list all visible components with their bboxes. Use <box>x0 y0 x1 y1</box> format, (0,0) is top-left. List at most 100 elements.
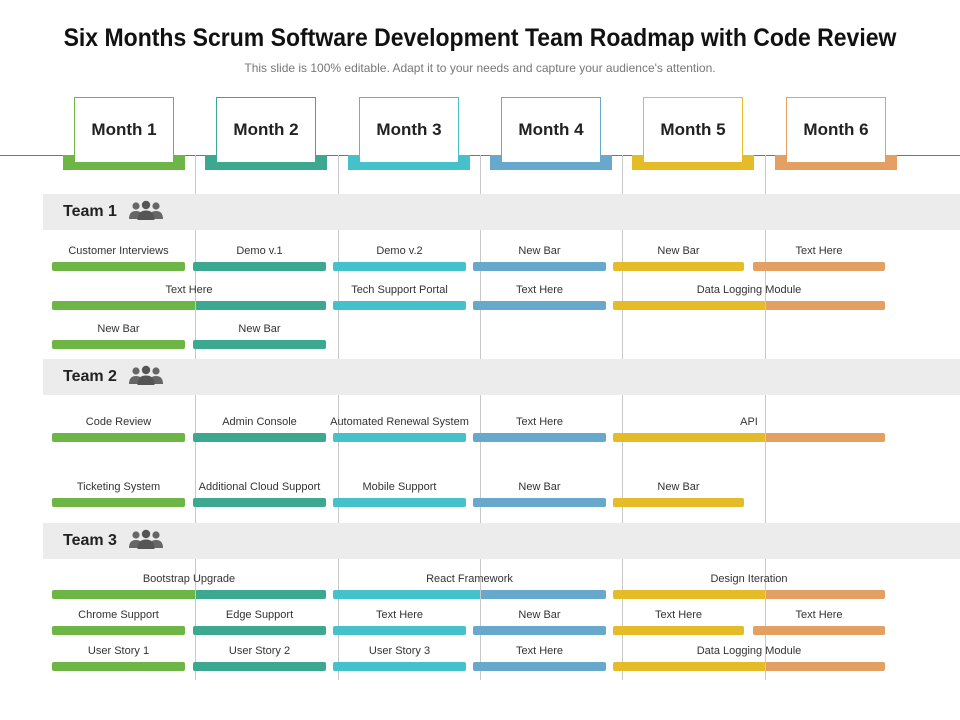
people-group-icon <box>128 365 164 392</box>
roadmap-bar <box>193 340 326 349</box>
roadmap-bar <box>333 262 466 271</box>
roadmap-bar <box>196 590 326 599</box>
roadmap-bar-label: Data Logging Module <box>696 284 802 296</box>
roadmap-bar-label: React Framework <box>426 573 513 585</box>
month-header-2: Month 2 <box>216 97 316 163</box>
roadmap-bar <box>613 626 744 635</box>
roadmap-bar <box>613 590 765 599</box>
roadmap-bar <box>613 262 744 271</box>
roadmap-bar-label: New Bar <box>518 481 561 493</box>
month-header-1: Month 1 <box>74 97 174 163</box>
roadmap-bar <box>613 301 765 310</box>
month-header-5: Month 5 <box>643 97 743 163</box>
roadmap-bar-label: Chrome Support <box>78 609 159 621</box>
roadmap-bar-label: Demo v.2 <box>376 245 423 257</box>
roadmap-bar-label: Data Logging Module <box>696 645 802 657</box>
roadmap-bar-label: User Story 2 <box>228 645 291 657</box>
roadmap-bar-label: Edge Support <box>225 609 294 621</box>
column-divider <box>480 155 481 680</box>
team-band-1: Team 1 <box>43 194 960 230</box>
roadmap-bar <box>52 662 185 671</box>
roadmap-bar-label: Text Here <box>515 416 564 428</box>
roadmap-bar <box>193 662 326 671</box>
people-group-icon <box>128 529 164 556</box>
column-divider <box>765 155 766 680</box>
month-header-3: Month 3 <box>359 97 459 163</box>
roadmap-bar-label: Tech Support Portal <box>351 284 448 296</box>
team-label: Team 1 <box>63 203 117 220</box>
month-header-4: Month 4 <box>501 97 601 163</box>
roadmap-bar <box>473 498 606 507</box>
team-label: Team 2 <box>63 368 117 385</box>
roadmap-bar-label: New Bar <box>657 245 700 257</box>
roadmap-bar-label: New Bar <box>97 323 140 335</box>
roadmap-bar <box>473 626 606 635</box>
roadmap-bar-label: Text Here <box>795 245 843 257</box>
roadmap-bar-label: User Story 3 <box>368 645 431 657</box>
roadmap-bar-label: Admin Console <box>222 416 297 428</box>
roadmap-bar-label: Text Here <box>515 645 564 657</box>
roadmap-bar <box>766 662 885 671</box>
column-divider <box>622 155 623 680</box>
roadmap-bar <box>52 590 195 599</box>
roadmap-bar <box>52 262 185 271</box>
roadmap-bar-label: Ticketing System <box>76 481 161 493</box>
page-title: Six Months Scrum Software Development Te… <box>63 24 897 52</box>
roadmap-bar <box>333 626 466 635</box>
roadmap-bar <box>193 498 326 507</box>
roadmap-bar <box>333 662 466 671</box>
roadmap-bar-label: New Bar <box>518 245 561 257</box>
roadmap-bar <box>193 626 326 635</box>
roadmap-bar-label: Design Iteration <box>710 573 788 585</box>
roadmap-bar <box>766 433 885 442</box>
roadmap-bar-label: New Bar <box>238 323 281 335</box>
roadmap-bar <box>753 262 885 271</box>
roadmap-bar-label: Customer Interviews <box>68 245 169 257</box>
roadmap-bar <box>613 662 765 671</box>
roadmap-bar <box>52 626 185 635</box>
roadmap-bar-label: API <box>740 416 758 428</box>
column-divider <box>195 155 196 680</box>
team-label: Team 3 <box>63 532 117 549</box>
roadmap-bar <box>473 433 606 442</box>
roadmap-bar <box>193 433 326 442</box>
roadmap-bar-label: Code Review <box>85 416 152 428</box>
roadmap-bar <box>333 301 466 310</box>
roadmap-bar-label: Text Here <box>165 284 213 296</box>
roadmap-bar-label: New Bar <box>518 609 561 621</box>
roadmap-bar-label: Demo v.1 <box>236 245 283 257</box>
roadmap-bar <box>753 626 885 635</box>
roadmap-bar <box>52 301 195 310</box>
roadmap-bar <box>196 301 326 310</box>
roadmap-bar <box>766 590 885 599</box>
team-band-3: Team 3 <box>43 523 960 559</box>
roadmap-bar <box>193 262 326 271</box>
roadmap-bar-label: Text Here <box>795 609 843 621</box>
roadmap-bar <box>766 301 885 310</box>
roadmap-bar <box>473 662 606 671</box>
roadmap-bar <box>613 433 765 442</box>
roadmap-bar <box>481 590 606 599</box>
page-subtitle: This slide is 100% editable. Adapt it to… <box>244 61 716 75</box>
roadmap-bar-label: Text Here <box>375 609 424 621</box>
roadmap-bar <box>333 590 480 599</box>
roadmap-bar-label: Automated Renewal System <box>330 416 469 428</box>
roadmap-bar <box>613 498 744 507</box>
roadmap-bar-label: New Bar <box>657 481 700 493</box>
roadmap-bar <box>333 498 466 507</box>
roadmap-bar <box>52 433 185 442</box>
roadmap-bar-label: User Story 1 <box>87 645 150 657</box>
roadmap-bar-label: Bootstrap Upgrade <box>142 573 236 585</box>
roadmap-bar <box>52 498 185 507</box>
roadmap-bar-label: Mobile Support <box>362 481 437 493</box>
roadmap-bar-label: Text Here <box>515 284 564 296</box>
roadmap-bar <box>473 262 606 271</box>
roadmap-bar-label: Text Here <box>654 609 703 621</box>
roadmap-bar <box>473 301 606 310</box>
people-group-icon <box>128 200 164 227</box>
month-header-6: Month 6 <box>786 97 886 163</box>
team-band-2: Team 2 <box>43 359 960 395</box>
roadmap-bar <box>333 433 466 442</box>
roadmap-bar-label: Additional Cloud Support <box>198 481 321 493</box>
roadmap-bar <box>52 340 185 349</box>
